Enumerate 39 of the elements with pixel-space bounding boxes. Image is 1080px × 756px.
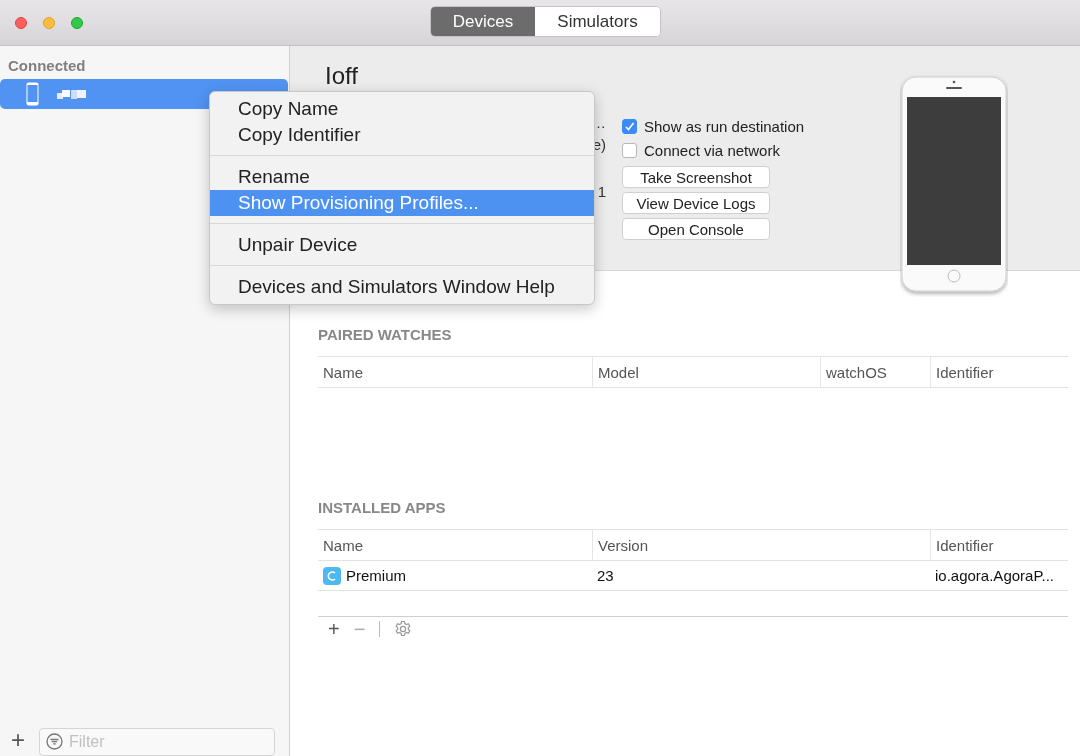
menu-item[interactable]: Copy Name [210,96,594,122]
column-header[interactable]: Name [318,357,592,387]
checkbox[interactable] [622,142,637,158]
add-button[interactable]: + [11,728,25,752]
menu-item[interactable]: Devices and Simulators Window Help [210,274,594,300]
table-cell: Premium [346,567,406,584]
section-title: INSTALLED APPS [318,499,447,518]
action-button[interactable]: Take Screenshot [622,166,770,188]
blurred-name-drawing [57,88,87,100]
column-header[interactable]: Version [592,530,930,560]
action-button[interactable]: Open Console [622,218,770,240]
phone-icon [26,82,39,106]
settings-icon[interactable] [394,620,413,638]
checkbox-label: Show as run destination [644,117,805,135]
info-text: 1 [597,182,606,202]
menu-item[interactable]: Copy Identifier [210,122,594,148]
checkbox[interactable] [622,118,637,134]
table-cell: io.agora.AgoraP... [935,567,1054,584]
info-text: … [591,113,606,133]
checkbox-label: Connect via network [644,141,780,159]
column-header[interactable]: Identifier [930,530,1068,560]
menu-item[interactable]: Rename [210,164,594,190]
table-cell: 23 [597,567,614,584]
section-title: PAIRED WATCHES [318,326,453,345]
column-header[interactable]: Identifier [930,357,1068,387]
tab[interactable]: Devices [431,7,535,36]
window-control-icon[interactable] [43,16,55,29]
action-button[interactable]: View Device Logs [622,192,770,214]
column-header[interactable]: Name [318,530,592,560]
device-name: Ioff [325,62,358,91]
section-title: Connected [7,56,87,76]
filter-field[interactable]: Filter [39,728,275,756]
window-control-icon[interactable] [71,16,83,29]
add-button[interactable]: + [328,617,340,641]
column-header[interactable]: Model [592,357,820,387]
menu-item[interactable]: Unpair Device [210,232,594,258]
window-control-icon[interactable] [15,16,27,29]
app-icon [323,566,341,585]
column-header[interactable]: watchOS [820,357,930,387]
